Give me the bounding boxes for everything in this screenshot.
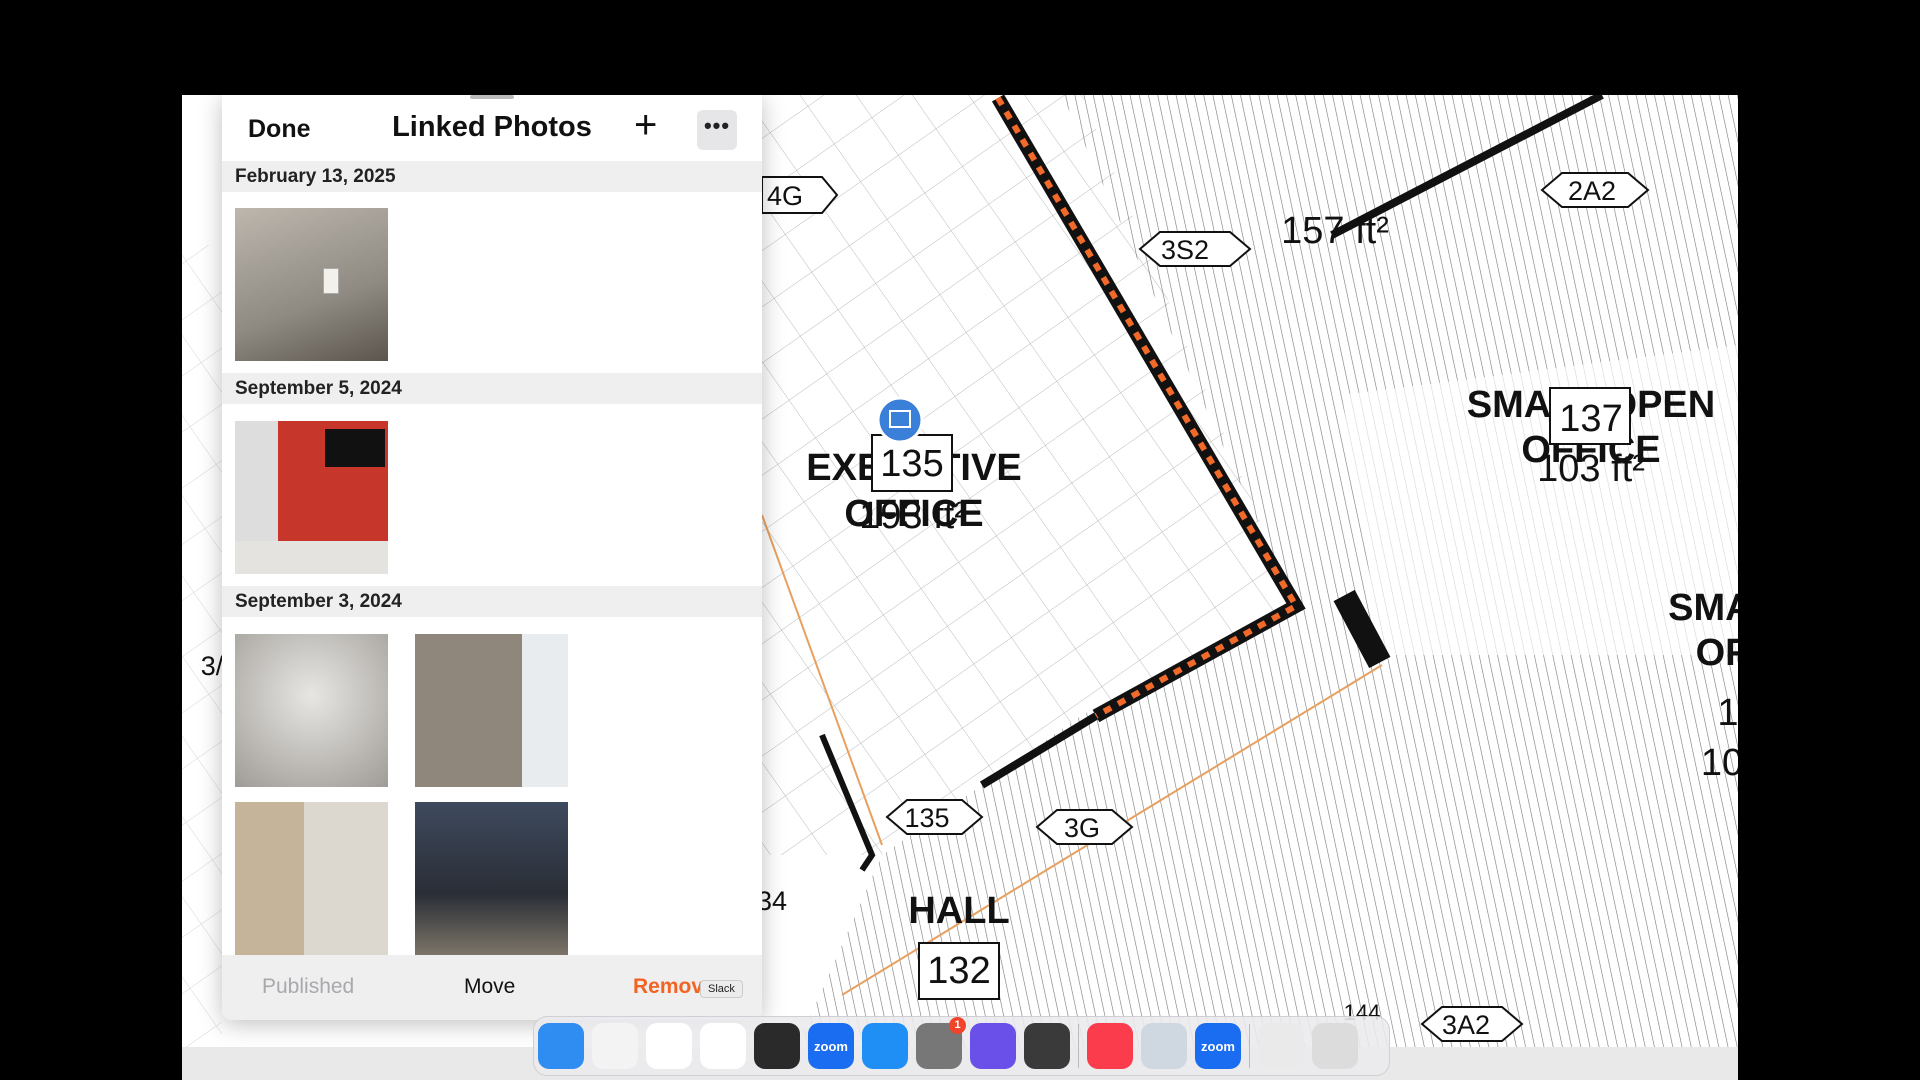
downloads-stack-icon[interactable] bbox=[1258, 1023, 1304, 1069]
svg-text:135: 135 bbox=[880, 443, 943, 485]
trash-icon[interactable] bbox=[1312, 1023, 1358, 1069]
dock-tooltip: Slack bbox=[700, 980, 743, 998]
svg-text:4G: 4G bbox=[767, 181, 803, 211]
preview-icon[interactable] bbox=[1141, 1023, 1187, 1069]
panel-footer: Published Move Remov bbox=[222, 955, 762, 1020]
svg-text:3/: 3/ bbox=[201, 651, 224, 681]
zoom-icon[interactable]: zoom bbox=[1195, 1023, 1241, 1069]
quicktime-icon[interactable] bbox=[754, 1023, 800, 1069]
panel-header: Done Linked Photos + ••• bbox=[222, 95, 762, 161]
zoom-icon[interactable]: zoom bbox=[808, 1023, 854, 1069]
svg-text:137: 137 bbox=[1559, 398, 1622, 440]
date-header: September 3, 2024 bbox=[222, 586, 762, 617]
music-icon[interactable] bbox=[1087, 1023, 1133, 1069]
photo-thumbnail[interactable] bbox=[235, 208, 388, 361]
finder-icon[interactable] bbox=[538, 1023, 584, 1069]
calculator-icon[interactable] bbox=[1024, 1023, 1070, 1069]
app-store-icon[interactable] bbox=[862, 1023, 908, 1069]
notification-badge: 1 bbox=[949, 1017, 966, 1034]
svg-text:2A2: 2A2 bbox=[1568, 176, 1616, 206]
dock: zoom 1 zoom bbox=[533, 1016, 1390, 1076]
plus-icon[interactable]: + bbox=[634, 105, 657, 145]
svg-text:10: 10 bbox=[1701, 742, 1738, 784]
svg-text:193 ft²: 193 ft² bbox=[859, 495, 967, 537]
settings-icon[interactable]: 1 bbox=[916, 1017, 966, 1069]
photo-thumbnail[interactable] bbox=[235, 802, 388, 955]
remove-button[interactable]: Remov bbox=[633, 975, 703, 999]
svg-text:3G: 3G bbox=[1064, 813, 1100, 843]
date-header: February 13, 2025 bbox=[222, 161, 762, 192]
ellipsis-icon[interactable]: ••• bbox=[697, 110, 737, 150]
svg-text:132: 132 bbox=[927, 950, 990, 992]
svg-text:157 ft²: 157 ft² bbox=[1281, 210, 1389, 252]
photo-thumbnail[interactable] bbox=[235, 421, 388, 574]
svg-text:HALL: HALL bbox=[908, 890, 1009, 932]
svg-text:SMAL: SMAL bbox=[1668, 587, 1738, 629]
published-button[interactable]: Published bbox=[262, 975, 354, 999]
svg-text:135: 135 bbox=[904, 803, 949, 833]
photo-thumbnail[interactable] bbox=[415, 634, 568, 787]
svg-text:OF: OF bbox=[1696, 632, 1738, 674]
svg-text:3A2: 3A2 bbox=[1442, 1010, 1490, 1040]
linked-photos-panel: Done Linked Photos + ••• February 13, 20… bbox=[222, 95, 762, 1020]
screens-icon[interactable] bbox=[970, 1023, 1016, 1069]
date-header: September 5, 2024 bbox=[222, 373, 762, 404]
slack-icon[interactable] bbox=[700, 1023, 746, 1069]
photo-thumbnail[interactable] bbox=[235, 634, 388, 787]
dock-separator bbox=[1249, 1024, 1250, 1068]
photo-thumbnail[interactable] bbox=[415, 802, 568, 955]
svg-text:3S2: 3S2 bbox=[1161, 235, 1209, 265]
panel-title: Linked Photos bbox=[392, 111, 592, 143]
move-button[interactable]: Move bbox=[464, 975, 515, 999]
photo-pin-marker[interactable] bbox=[876, 396, 924, 444]
dock-separator bbox=[1078, 1024, 1079, 1068]
svg-text:1: 1 bbox=[1717, 692, 1738, 734]
svg-text:103 ft²: 103 ft² bbox=[1537, 448, 1645, 490]
launchpad-icon[interactable] bbox=[592, 1023, 638, 1069]
chrome-icon[interactable] bbox=[646, 1023, 692, 1069]
